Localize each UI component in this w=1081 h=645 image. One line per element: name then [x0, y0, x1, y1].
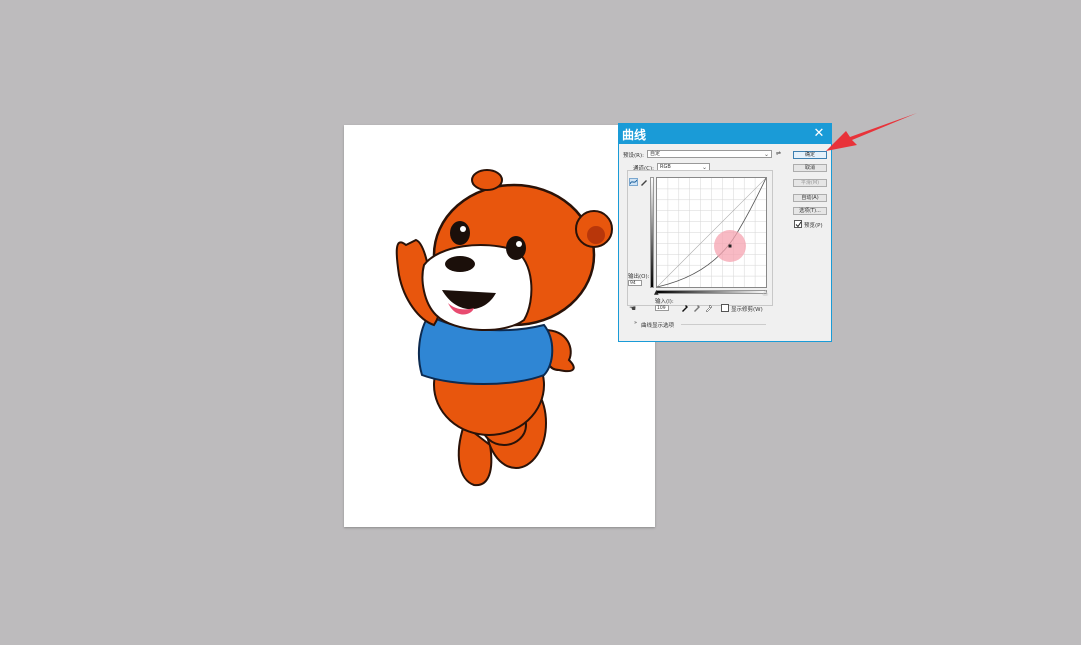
chevron-down-icon: ⌄	[763, 151, 769, 158]
gray-eyedropper-icon[interactable]	[693, 304, 701, 312]
input-label: 输入(I):	[655, 299, 674, 305]
smooth-button[interactable]: 平滑(M)	[793, 179, 827, 187]
preset-value: 自定	[650, 151, 661, 157]
output-field[interactable]: 94	[628, 280, 642, 286]
auto-button[interactable]: 自动(A)	[793, 194, 827, 202]
target-adjust-icon[interactable]: ☚	[629, 304, 636, 313]
dialog-titlebar[interactable]: 曲线 ✕	[619, 124, 831, 144]
divider	[681, 324, 766, 325]
white-point-slider[interactable]: △	[763, 289, 768, 296]
curves-dialog: 曲线 ✕ 预设(R): 自定 ⌄ ⇌ 通道(C): RGB ⌄ ▲ △ 输出(O…	[618, 123, 832, 342]
checkmark-icon	[795, 221, 802, 228]
preview-label: 预览(P)	[804, 223, 823, 229]
white-eyedropper-icon[interactable]	[705, 304, 713, 312]
options-button[interactable]: 选项(T)...	[793, 207, 827, 215]
preview-checkbox[interactable]	[794, 220, 802, 228]
preset-options-icon[interactable]: ⇌	[776, 150, 781, 157]
ok-button[interactable]: 确定	[793, 151, 827, 159]
black-eyedropper-icon[interactable]	[681, 304, 689, 312]
output-label: 输出(O):	[628, 274, 650, 280]
black-point-slider[interactable]: ▲	[654, 289, 659, 296]
bear-illustration	[395, 169, 613, 487]
show-clipping-label: 显示修剪(W)	[731, 307, 763, 313]
expand-options-icon[interactable]: »	[634, 320, 637, 326]
dialog-title: 曲线	[622, 128, 647, 142]
preset-label: 预设(R):	[623, 153, 644, 159]
preset-select[interactable]: 自定 ⌄	[647, 150, 772, 158]
close-icon[interactable]: ✕	[807, 124, 831, 144]
curves-graph[interactable]	[656, 177, 767, 288]
input-field[interactable]: 109	[655, 305, 669, 311]
show-clipping-checkbox[interactable]	[721, 304, 729, 312]
curve-options-label: 曲线显示选项	[641, 323, 675, 329]
output-gradient-bar	[650, 177, 654, 288]
input-gradient-bar	[656, 290, 767, 294]
curve-plot	[657, 178, 766, 287]
document-canvas	[344, 125, 655, 527]
cancel-button[interactable]: 取消	[793, 164, 827, 172]
curve-point-tool-icon[interactable]	[629, 178, 638, 186]
pencil-icon[interactable]	[640, 178, 648, 186]
